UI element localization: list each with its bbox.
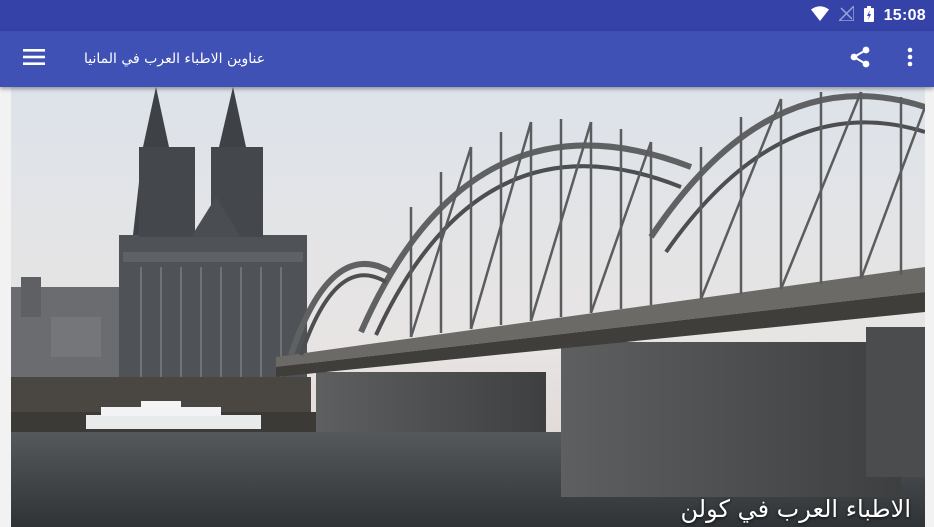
share-icon [849, 46, 871, 72]
city-card[interactable]: الاطباء العرب في كولن [11, 87, 925, 527]
card-caption: الاطباء العرب في كولن [680, 495, 911, 523]
status-time: 15:08 [883, 6, 926, 24]
more-vert-icon [907, 47, 913, 71]
status-bar: 15:08 [0, 0, 934, 31]
cologne-photo [11, 87, 925, 527]
more-options-button[interactable] [892, 43, 928, 75]
menu-button[interactable] [14, 43, 54, 75]
wifi-icon [810, 6, 829, 25]
menu-icon [23, 49, 45, 69]
page-title: عناوين الاطباء العرب في المانيا [84, 51, 266, 67]
battery-icon [863, 5, 874, 26]
app-bar: عناوين الاطباء العرب في المانيا [0, 31, 934, 87]
status-icons: 15:08 [810, 0, 926, 31]
share-button[interactable] [840, 43, 880, 75]
signal-icon [836, 4, 855, 25]
